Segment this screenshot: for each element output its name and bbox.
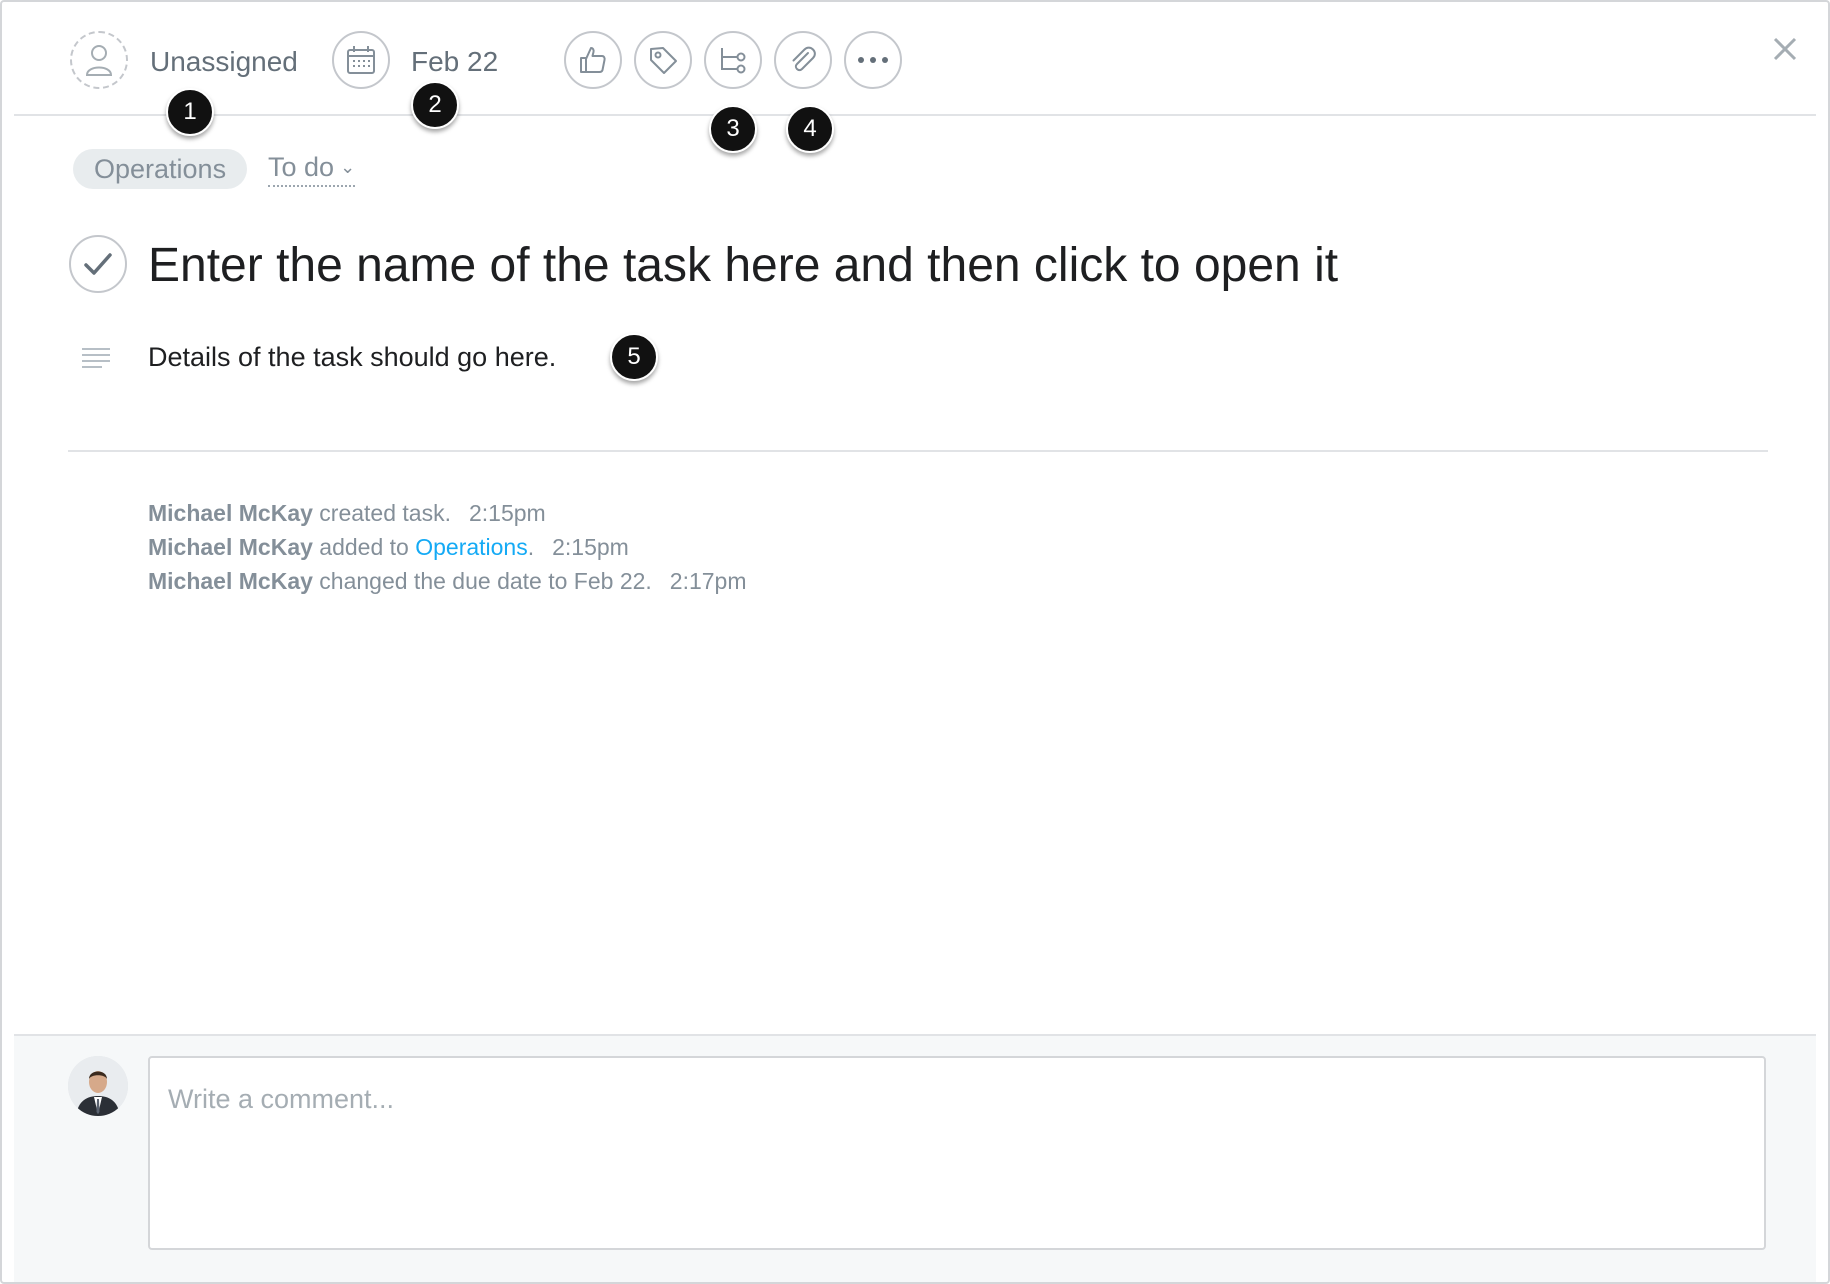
project-pill[interactable]: Operations: [73, 149, 248, 189]
activity-actor[interactable]: Michael McKay: [148, 500, 313, 526]
callout-badge-1: 1: [166, 88, 214, 136]
due-date-label[interactable]: Feb 22: [411, 46, 498, 78]
section-dropdown[interactable]: To do ⌄: [268, 152, 356, 187]
close-icon[interactable]: [1768, 32, 1802, 66]
section-label: To do: [268, 152, 335, 182]
description-icon: [82, 348, 110, 368]
chevron-down-icon: ⌄: [340, 157, 356, 177]
user-icon: [85, 45, 113, 76]
activity-text: added to: [312, 534, 416, 560]
mark-complete-icon[interactable]: [68, 234, 128, 294]
attachment-button[interactable]: [774, 31, 832, 89]
activity-text-after: .: [527, 534, 535, 560]
due-date-button[interactable]: [332, 31, 390, 89]
add-subtask-button[interactable]: [704, 31, 762, 89]
subtask-icon: [721, 48, 746, 74]
tags-button[interactable]: [634, 31, 692, 89]
thumbs-up-icon: [580, 47, 606, 73]
calendar-icon: [347, 46, 375, 74]
activity-feed: Michael McKay created task. 2:15pm Michae…: [148, 496, 747, 598]
activity-actor[interactable]: Michael McKay: [148, 568, 313, 594]
activity-actor[interactable]: Michael McKay: [148, 534, 313, 560]
avatar: [68, 1056, 128, 1116]
paperclip-icon: [792, 46, 816, 72]
activity-text: created task.: [312, 500, 451, 526]
callout-badge-2: 2: [411, 81, 459, 129]
task-description[interactable]: Details of the task should go here.: [148, 342, 556, 373]
activity-item: Michael McKay changed the due date to Fe…: [148, 564, 747, 598]
assignee-avatar-button[interactable]: [70, 31, 128, 89]
task-toolbar: Unassigned Feb 22: [14, 2, 1816, 116]
activity-time: 2:15pm: [468, 500, 546, 526]
callout-badge-4: 4: [786, 105, 834, 153]
divider: [68, 450, 1768, 452]
activity-project-link[interactable]: Operations: [415, 534, 528, 560]
activity-item: Michael McKay created task. 2:15pm: [148, 496, 747, 530]
callout-badge-3: 3: [709, 105, 757, 153]
tag-icon: [650, 47, 677, 74]
comment-composer: [14, 1034, 1816, 1282]
task-detail-pane: Unassigned Feb 22 1 2 3 4 5 Operations T…: [0, 0, 1830, 1284]
task-title[interactable]: Enter the name of the task here and then…: [148, 238, 1338, 293]
callout-badge-5: 5: [610, 333, 658, 381]
activity-text: changed the due date to Feb 22.: [312, 568, 652, 594]
activity-item: Michael McKay added to Operations. 2:15pm: [148, 530, 747, 564]
assignee-label[interactable]: Unassigned: [150, 46, 298, 78]
more-icon: [858, 57, 888, 63]
more-actions-button[interactable]: [844, 31, 902, 89]
activity-time: 2:17pm: [669, 568, 747, 594]
activity-time: 2:15pm: [552, 534, 629, 560]
user-photo-icon: [68, 1056, 128, 1116]
like-button[interactable]: [564, 31, 622, 89]
comment-input[interactable]: [148, 1056, 1766, 1250]
